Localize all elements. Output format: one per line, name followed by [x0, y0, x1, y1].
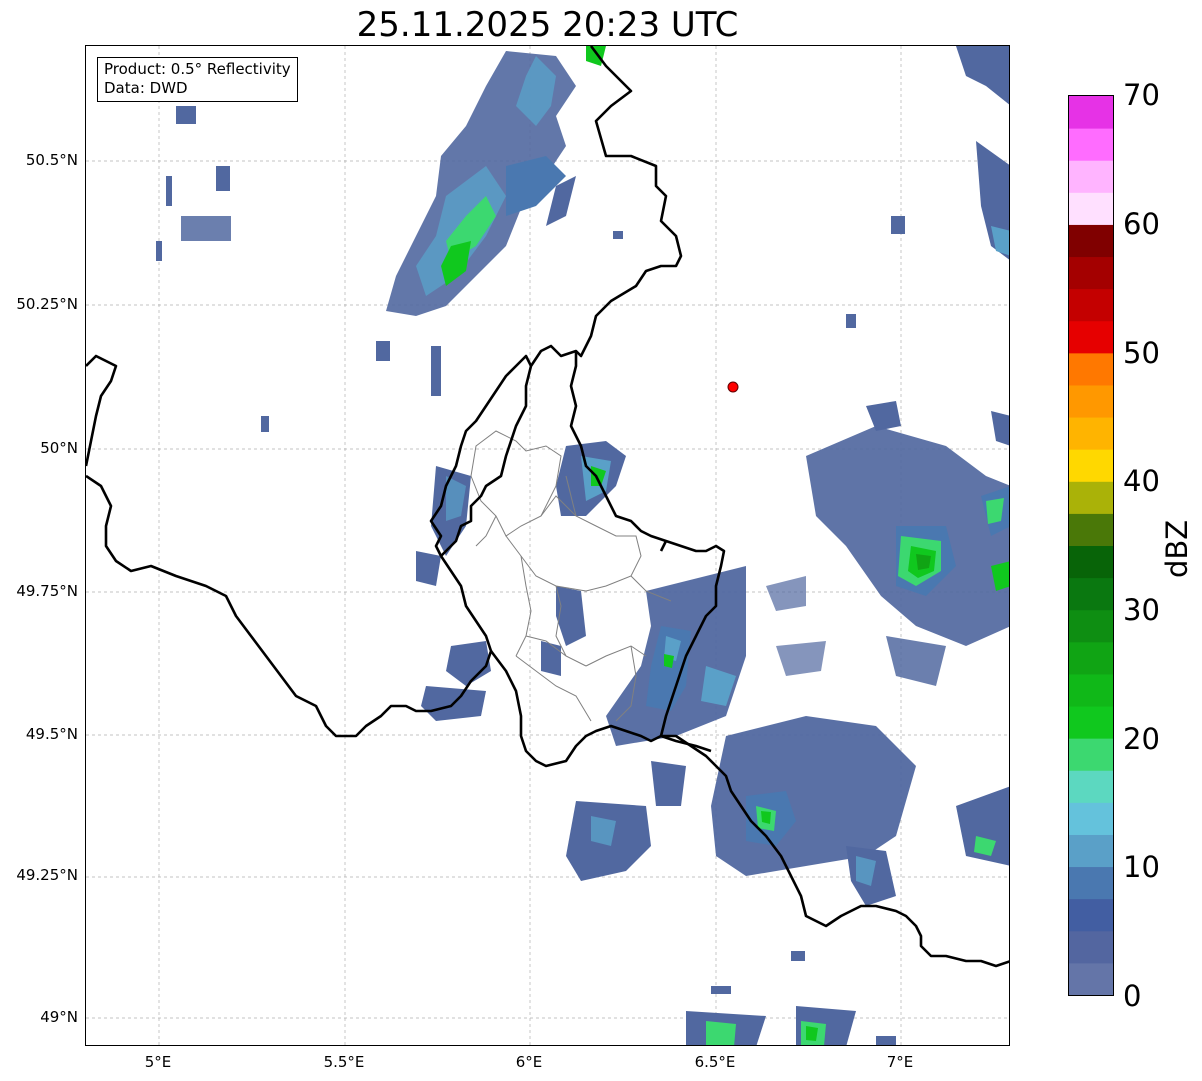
lon-tick-7: 7°E — [886, 1053, 914, 1071]
colorbar-segment — [1069, 898, 1113, 932]
colorbar-segment — [1069, 609, 1113, 643]
radar-site-marker[interactable] — [727, 381, 739, 393]
colorbar-tick-60: 60 — [1123, 207, 1160, 241]
colorbar-segment — [1069, 288, 1113, 322]
colorbar-tick-70: 70 — [1123, 78, 1160, 112]
colorbar-segment — [1069, 352, 1113, 386]
colorbar-segment — [1069, 641, 1113, 675]
colorbar-segment — [1069, 384, 1113, 418]
info-box: Product: 0.5° Reflectivity Data: DWD — [97, 57, 298, 102]
lat-tick-49-5: 49.5°N — [25, 725, 78, 743]
colorbar-segment — [1069, 96, 1113, 129]
colorbar-segment — [1069, 256, 1113, 290]
lat-tick-49-25: 49.25°N — [16, 866, 78, 884]
lat-tick-49: 49°N — [40, 1008, 78, 1026]
colorbar-segment — [1069, 320, 1113, 354]
colorbar-segment — [1069, 577, 1113, 611]
radar-map[interactable] — [85, 45, 1010, 1046]
colorbar-segment — [1069, 738, 1113, 771]
colorbar-segment — [1069, 417, 1113, 450]
colorbar-tick-20: 20 — [1123, 722, 1160, 756]
colorbar-segment — [1069, 930, 1113, 964]
colorbar-segment — [1069, 481, 1113, 514]
lon-tick-5: 5°E — [144, 1053, 172, 1071]
colorbar-tick-10: 10 — [1123, 850, 1160, 884]
colorbar-segment — [1069, 673, 1113, 707]
colorbar-segment — [1069, 224, 1113, 258]
colorbar-segment — [1069, 770, 1113, 803]
colorbar-tick-0: 0 — [1123, 979, 1142, 1013]
colorbar — [1068, 95, 1114, 996]
colorbar-segment — [1069, 802, 1113, 835]
colorbar-label: dBZ — [1160, 519, 1194, 578]
lon-tick-6-5: 6.5°E — [694, 1053, 736, 1071]
colorbar-tick-40: 40 — [1123, 464, 1160, 498]
colorbar-segment — [1069, 706, 1113, 739]
radar-echoes — [156, 46, 1009, 1045]
colorbar-segment — [1069, 834, 1113, 868]
map-title: 25.11.2025 20:23 UTC — [356, 5, 739, 45]
colorbar-segment — [1069, 866, 1113, 900]
lat-tick-49-75: 49.75°N — [16, 582, 78, 600]
colorbar-segment — [1069, 192, 1113, 225]
colorbar-tick-30: 30 — [1123, 593, 1160, 627]
product-label: Product: 0.5° Reflectivity — [104, 60, 291, 78]
lat-tick-50: 50°N — [40, 439, 78, 457]
data-source-label: Data: DWD — [104, 79, 188, 97]
lat-tick-50-25: 50.25°N — [16, 295, 78, 313]
lon-tick-5-5: 5.5°E — [323, 1053, 365, 1071]
colorbar-scale — [1069, 96, 1113, 995]
colorbar-segment — [1069, 449, 1113, 482]
colorbar-tick-50: 50 — [1123, 336, 1160, 370]
colorbar-segment — [1069, 160, 1113, 193]
colorbar-segment — [1069, 962, 1113, 995]
colorbar-segment — [1069, 545, 1113, 579]
lon-tick-6: 6°E — [515, 1053, 543, 1071]
colorbar-segment — [1069, 128, 1113, 161]
colorbar-segment — [1069, 513, 1113, 546]
map-canvas — [86, 46, 1009, 1045]
lat-tick-50-5: 50.5°N — [25, 151, 78, 169]
